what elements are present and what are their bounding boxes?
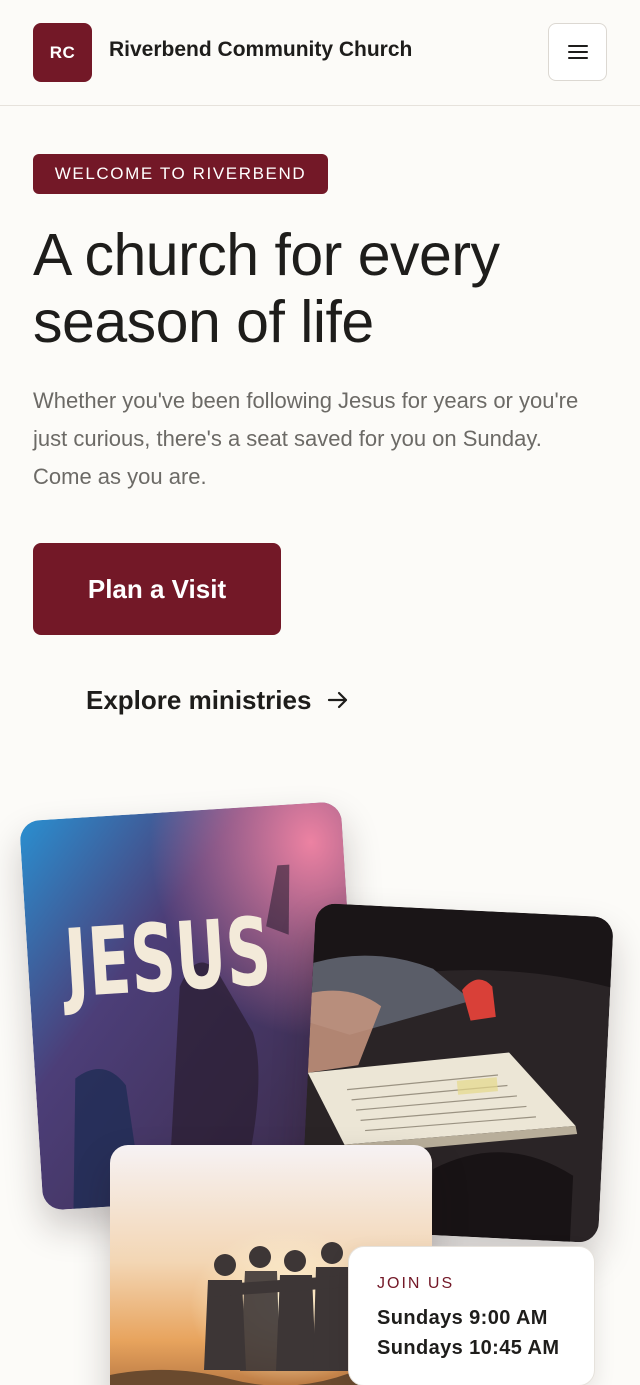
- menu-button[interactable]: [548, 23, 607, 81]
- hero-headline: A church for every season of life: [33, 222, 613, 356]
- site-name[interactable]: Riverbend Community Church: [109, 38, 412, 62]
- service-times-card: JOIN US Sundays 9:00 AM Sundays 10:45 AM: [348, 1246, 595, 1385]
- hero-description: Whether you've been following Jesus for …: [33, 388, 579, 489]
- explore-ministries-label: Explore ministries: [86, 684, 312, 715]
- service-time-2: Sundays 10:45 AM: [377, 1337, 560, 1359]
- arrow-right-icon: [328, 691, 348, 709]
- jesus-sign-text: JESUS: [58, 897, 275, 1019]
- service-time-1: Sundays 9:00 AM: [377, 1307, 548, 1329]
- explore-ministries-link[interactable]: Explore ministries: [86, 680, 349, 720]
- logo-badge[interactable]: RC: [33, 23, 92, 82]
- site-header: RC Riverbend Community Church: [0, 0, 640, 106]
- page: RC Riverbend Community Church WELCOME TO…: [0, 0, 640, 1385]
- hamburger-menu-icon: [567, 45, 588, 59]
- headline-line-2: season of life: [33, 289, 374, 355]
- join-us-label: JOIN US: [377, 1275, 455, 1292]
- welcome-badge: WELCOME TO RIVERBEND: [33, 154, 328, 194]
- plan-a-visit-button[interactable]: Plan a Visit: [33, 543, 281, 635]
- headline-line-1: A church for every: [33, 222, 500, 288]
